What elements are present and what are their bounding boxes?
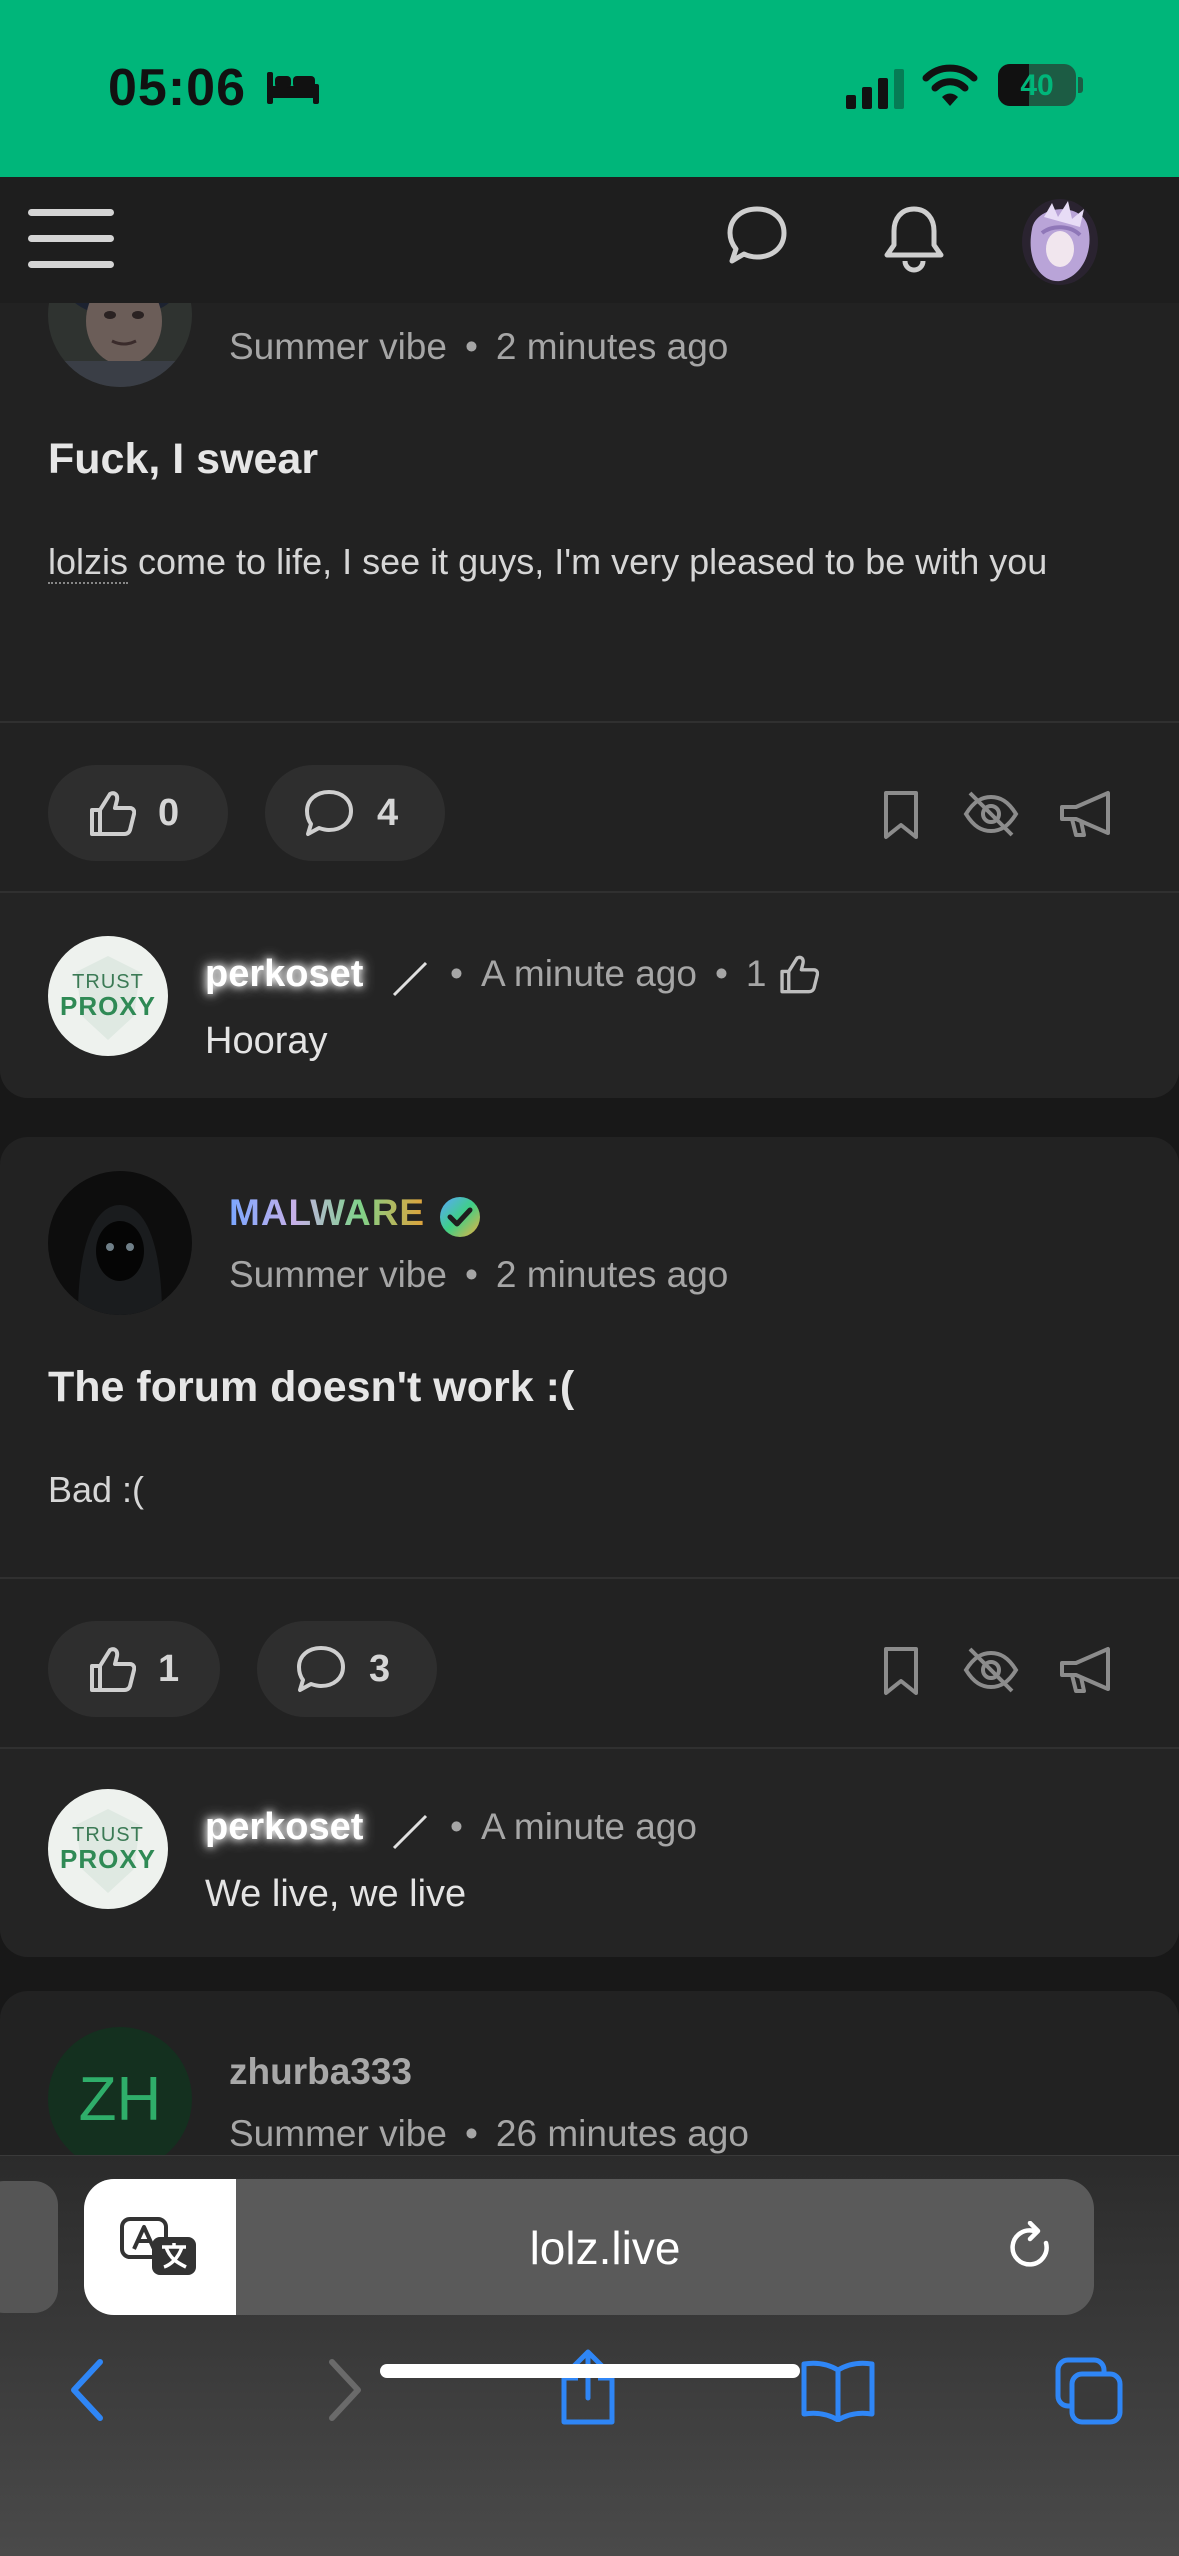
status-bar: 05:06 40	[0, 0, 1179, 177]
post-avatar[interactable]	[48, 1171, 192, 1315]
comment-like-count: 1	[745, 953, 767, 994]
post-section[interactable]: Summer vibe	[229, 326, 447, 367]
post-body-link[interactable]: lolzis	[48, 541, 129, 584]
battery-text: 40	[1020, 69, 1054, 102]
thumbs-up-icon[interactable]	[777, 953, 819, 995]
meta-separator: •	[450, 953, 463, 994]
proxy-label: PROXY	[59, 991, 157, 1021]
comment-button[interactable]: 4	[265, 765, 445, 861]
post-author[interactable]: zhurba333	[229, 2051, 412, 2093]
signal-icon	[846, 69, 904, 109]
meta-separator: •	[464, 2113, 478, 2154]
post-card: MALWARE Summer vibe • 2 minutes ago The fo…	[0, 1137, 1179, 1957]
comment-avatar[interactable]: TRUST PROXY	[48, 936, 168, 1056]
comment-meta: • A minute ago • 1	[450, 953, 819, 995]
comment-count: 4	[377, 791, 399, 834]
divider	[0, 721, 1179, 723]
post-time[interactable]: 2 minutes ago	[496, 326, 728, 367]
post-body-text: come to life, I see it guys, I'm very pl…	[128, 541, 1048, 582]
post-title[interactable]: Fuck, I swear	[48, 435, 318, 484]
megaphone-icon[interactable]	[1058, 789, 1116, 839]
meta-separator: •	[714, 953, 728, 994]
thumbs-up-icon	[90, 791, 136, 836]
post-time[interactable]: 26 minutes ago	[496, 2113, 749, 2154]
feed: Summer vibe • 2 minutes ago Fuck, I swear …	[0, 303, 1179, 2155]
post-body: Bad :(	[48, 1469, 145, 1510]
like-count: 0	[158, 791, 180, 834]
comment-avatar[interactable]: TRUST PROXY	[48, 1789, 168, 1909]
previous-tab[interactable]	[0, 2181, 58, 2313]
comment-preview: TRUST PROXY perkoset • A minute ago We l…	[0, 1749, 1179, 1957]
post-section[interactable]: Summer vibe	[229, 1254, 447, 1295]
comment-time[interactable]: A minute ago	[481, 953, 697, 995]
comment-author[interactable]: perkoset	[205, 1806, 363, 1849]
post-time[interactable]: 2 minutes ago	[496, 1254, 728, 1295]
translate-button[interactable]	[84, 2179, 236, 2315]
divider	[0, 1577, 1179, 1579]
post-body: lolzis come to life, I see it guys, I'm …	[48, 531, 1138, 593]
post-avatar[interactable]: ZH	[48, 2027, 192, 2155]
url-text[interactable]: lolz.live	[236, 2221, 974, 2275]
meta-separator: •	[450, 1806, 463, 1847]
comment-icon	[297, 1646, 345, 1692]
bed-icon	[267, 72, 319, 104]
comment-button[interactable]: 3	[257, 1621, 437, 1717]
verified-icon	[440, 1197, 480, 1237]
comment-text: Hooray	[205, 1020, 328, 1062]
user-avatar[interactable]	[1022, 199, 1098, 285]
status-time: 05:06	[108, 59, 246, 117]
bookmark-icon[interactable]	[880, 1645, 922, 1697]
share-icon[interactable]	[556, 2348, 620, 2428]
like-count: 1	[158, 1647, 180, 1690]
post-section[interactable]: Summer vibe	[229, 2113, 447, 2154]
thumbs-up-icon	[90, 1647, 136, 1692]
post-card: Summer vibe • 2 minutes ago Fuck, I swear …	[0, 303, 1179, 1098]
comment-count: 3	[369, 1647, 391, 1690]
bookmarks-icon[interactable]	[800, 2358, 876, 2422]
hide-icon[interactable]	[962, 1645, 1020, 1695]
bookmark-icon[interactable]	[880, 789, 922, 841]
proxy-label: PROXY	[59, 1844, 157, 1874]
megaphone-icon[interactable]	[1058, 1645, 1116, 1695]
meta-separator: •	[464, 1254, 478, 1295]
like-button[interactable]: 0	[48, 765, 228, 861]
back-icon[interactable]	[66, 2356, 106, 2424]
forward-icon[interactable]	[326, 2356, 366, 2424]
post-meta: Summer vibe • 26 minutes ago	[229, 2113, 749, 2155]
comment-icon	[305, 790, 353, 836]
post-avatar[interactable]	[48, 303, 192, 387]
comment-meta: • A minute ago	[450, 1806, 697, 1848]
bell-icon[interactable]	[882, 203, 946, 273]
battery-cap	[1078, 77, 1083, 93]
comment-text: We live, we live	[205, 1873, 467, 1915]
reload-icon[interactable]	[1006, 2221, 1056, 2273]
like-button[interactable]: 1	[48, 1621, 220, 1717]
pen-icon	[392, 961, 428, 997]
comment-preview: TRUST PROXY perkoset • A minute ago • 1 …	[0, 893, 1179, 1098]
post-author[interactable]: MALWARE	[229, 1192, 425, 1234]
comment-time[interactable]: A minute ago	[481, 1806, 697, 1848]
wifi-icon	[922, 64, 978, 106]
post-meta: Summer vibe • 2 minutes ago	[229, 1254, 728, 1296]
battery-icon: 40	[998, 64, 1076, 106]
browser-toolbar: lolz.live	[0, 2155, 1179, 2556]
tabs-icon[interactable]	[1054, 2356, 1124, 2426]
top-nav	[0, 177, 1179, 303]
translate-icon	[120, 2217, 196, 2275]
hide-icon[interactable]	[962, 789, 1020, 839]
post-meta: Summer vibe • 2 minutes ago	[229, 326, 728, 368]
menu-icon[interactable]	[28, 203, 114, 273]
meta-separator: •	[464, 326, 478, 367]
address-bar[interactable]: lolz.live	[84, 2179, 1094, 2315]
post-title[interactable]: The forum doesn't work :(	[48, 1363, 574, 1412]
pen-icon	[392, 1814, 428, 1850]
home-indicator[interactable]	[380, 2364, 800, 2378]
comment-author[interactable]: perkoset	[205, 953, 363, 996]
post-card: ZH zhurba333 Summer vibe • 26 minutes ago	[0, 1991, 1179, 2155]
chat-bubble-icon[interactable]	[724, 203, 790, 269]
